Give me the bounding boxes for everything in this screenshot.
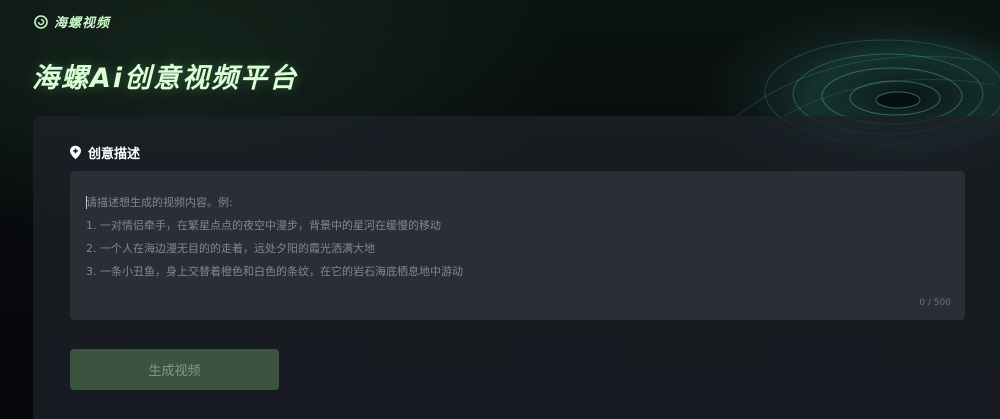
prompt-input[interactable] — [70, 171, 965, 320]
location-pin-icon — [70, 145, 81, 160]
section-header-creative: 创意描述 — [69, 143, 140, 162]
character-counter: 0 / 500 — [919, 298, 951, 308]
brand-name: 海螺视频 — [54, 16, 111, 31]
creative-panel: 创意描述 0 / 500 生成视频 — [33, 116, 1000, 419]
section-label: 创意描述 — [88, 147, 141, 162]
generate-video-button[interactable]: 生成视频 — [70, 349, 279, 390]
prompt-input-container: 0 / 500 — [70, 171, 965, 320]
page: 海螺视频 海螺Ai创意视频平台 创意描述 0 / 500 生成视频 — [0, 0, 1000, 419]
brand-logo[interactable]: 海螺视频 — [34, 12, 110, 31]
snail-logo-icon — [34, 14, 48, 29]
page-title: 海螺Ai创意视频平台 — [32, 63, 299, 94]
text-caret — [86, 196, 87, 209]
